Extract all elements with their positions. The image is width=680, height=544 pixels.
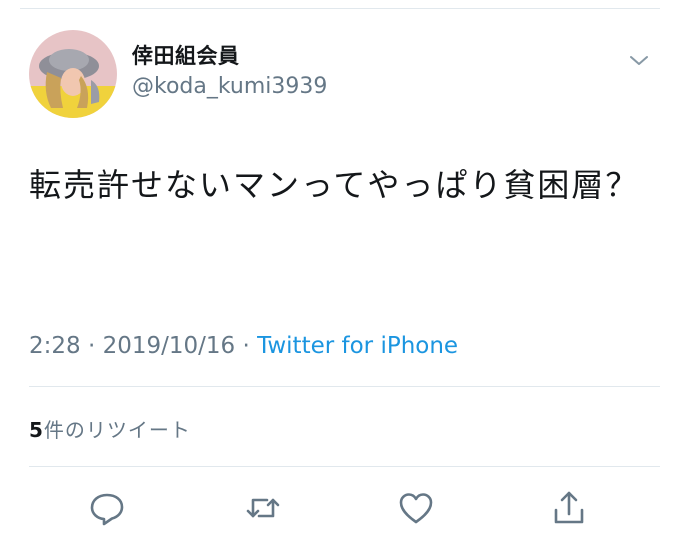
top-divider [20,8,660,9]
meta-separator: · [242,333,250,359]
avatar[interactable] [29,30,117,118]
tweet-date[interactable]: 2019/10/16 [103,333,236,359]
heart-icon [399,493,433,524]
avatar-image [29,30,117,118]
retweet-button[interactable] [243,488,283,528]
meta-separator: · [87,333,96,359]
reply-bubble-icon [90,493,124,526]
chevron-down-icon[interactable] [628,52,650,68]
tweet-meta: 2:28 · 2019/10/16 · Twitter for iPhone [29,333,458,359]
share-up-arrow-icon [554,491,584,524]
divider [29,386,660,387]
retweet-label: 件のリツイート [43,418,191,442]
divider [29,466,660,467]
reply-button[interactable] [87,488,127,528]
tweet-text: 転売許せないマンってやっぱり貧困層？ [29,166,640,204]
tweet-time[interactable]: 2:28 [29,333,81,359]
username-handle[interactable]: @koda_kumi3939 [132,74,327,99]
tweet-source-link[interactable]: Twitter for iPhone [257,333,458,359]
share-button[interactable] [549,488,589,528]
retweet-arrows-icon [246,498,280,518]
retweet-count-link[interactable]: 5件のリツイート [29,414,191,443]
display-name[interactable]: 倖田組会員 [132,40,240,70]
like-button[interactable] [396,488,436,528]
retweet-count: 5 [29,418,44,442]
